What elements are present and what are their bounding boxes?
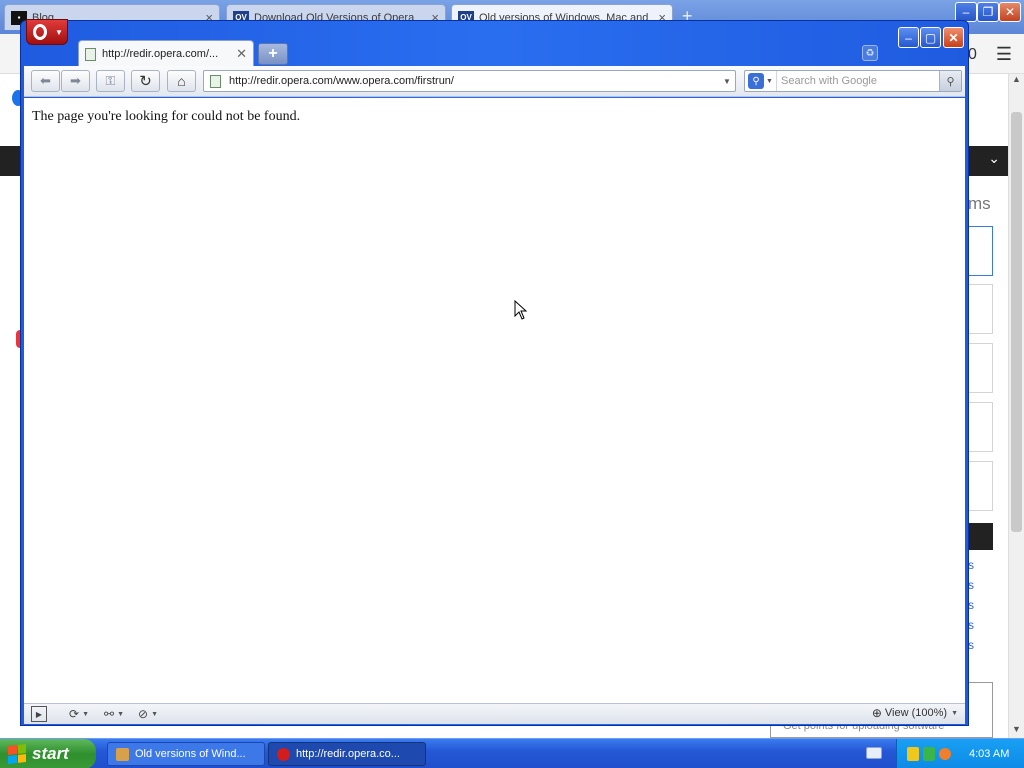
minimize-icon[interactable]: – [898,27,919,48]
turbo-icon[interactable]: ⊘ ▼ [138,706,158,722]
back-arrow-icon: ⬅ [40,73,51,88]
menu-icon[interactable]: ☰ [996,44,1012,65]
start-button[interactable]: start [0,739,96,768]
windows-flag-icon [8,744,26,764]
taskbar-item-label: http://redir.opera.co... [296,748,400,760]
extension-count-badge: 0 [968,46,977,63]
reload-icon: ↻ [139,73,152,90]
search-placeholder[interactable]: Search with Google [777,75,939,87]
taskbar: start Old versions of Wind... http://red… [0,738,1024,768]
maximize-icon[interactable]: ▢ [920,27,941,48]
reload-button[interactable]: ↻ [131,70,160,92]
chevron-down-icon: ▼ [951,709,958,717]
key-icon: ⚿ [105,73,116,88]
search-engine-selector[interactable]: ⚲ ▼ [745,71,777,91]
mouse-cursor-icon [514,300,528,320]
background-list-box[interactable] [968,343,993,393]
scroll-up-icon[interactable]: ▲ [1009,74,1024,88]
opera-window: ▼ http://redir.opera.com/... ✕ + ♻ – ▢ ✕… [20,19,969,726]
search-go-button[interactable]: ⚲ [939,71,961,91]
chevron-down-icon: ▼ [766,77,773,85]
zoom-label: View (100%) [884,707,948,719]
error-message: The page you're looking for could not be… [32,109,301,124]
sync-icon[interactable]: ⟳ ▼ [69,706,89,722]
opera-toolbar: ⬅ ➡ ⚿ ↻ ⌂ http://redir.opera.com/www.ope… [24,66,965,97]
taskbar-item-old-versions[interactable]: Old versions of Wind... [107,742,265,766]
network-icon[interactable] [923,747,935,761]
search-icon: ⚲ [748,73,764,89]
keyboard-icon[interactable] [866,747,882,759]
search-field[interactable]: ⚲ ▼ Search with Google ⚲ [744,70,962,92]
forward-arrow-icon: ➡ [70,73,81,88]
zoom-control[interactable]: ⊕ View (100%) ▼ [872,706,958,720]
zoom-icon: ⊕ [871,706,882,720]
opera-menu-button[interactable]: ▼ [26,19,68,45]
search-tray-icon[interactable] [939,748,951,760]
forward-button[interactable]: ➡ [61,70,90,92]
scrollbar-thumb[interactable] [1011,112,1022,532]
opera-logo-icon [33,24,47,40]
opera-tab[interactable]: http://redir.opera.com/... ✕ [78,40,254,67]
unite-icon[interactable]: ⚯ ▼ [104,706,124,722]
scroll-down-icon[interactable]: ▼ [1009,724,1024,738]
background-list-box[interactable] [968,402,993,452]
background-minimize-icon[interactable]: – [955,2,977,22]
background-heading-fragment: ms [968,194,991,213]
chevron-down-icon: ▼ [55,27,63,37]
system-tray: 4:03 AM [896,739,1024,768]
start-label: start [32,744,69,763]
double-chevron-down-icon[interactable]: ⌄ [988,150,1000,167]
security-shield-icon[interactable] [907,747,919,761]
status-bar: ▶ ⟳ ▼ ⚯ ▼ ⊘ ▼ ⊕ View (100%) ▼ [24,703,965,724]
background-scrollbar[interactable]: ▲ ▼ [1008,74,1024,738]
background-list-box[interactable] [968,461,993,511]
taskbar-item-opera[interactable]: http://redir.opera.co... [268,742,426,766]
background-list-box[interactable] [968,226,993,276]
opera-tab-title: http://redir.opera.com/... [102,48,219,60]
background-restore-icon[interactable]: ❐ [977,2,999,22]
page-icon [85,47,96,61]
chevron-down-icon[interactable]: ▼ [719,77,735,86]
opera-icon [277,747,290,761]
new-tab-button[interactable]: + [258,43,288,65]
background-list-box[interactable] [968,284,993,334]
home-icon: ⌂ [177,73,186,89]
trash-can-icon[interactable]: ♻ [862,45,878,61]
page-content: The page you're looking for could not be… [24,98,965,703]
address-field[interactable]: http://redir.opera.com/www.opera.com/fir… [203,70,736,92]
opera-old-versions-icon [116,747,129,761]
panel-toggle-icon[interactable]: ▶ [31,706,47,722]
address-url[interactable]: http://redir.opera.com/www.opera.com/fir… [229,75,719,87]
home-button[interactable]: ⌂ [167,70,196,92]
taskbar-item-label: Old versions of Wind... [135,748,246,760]
background-close-icon[interactable]: ✕ [999,2,1021,22]
tab-close-icon[interactable]: ✕ [236,46,247,62]
background-dark-button[interactable] [968,523,993,550]
clock[interactable]: 4:03 AM [969,748,1009,760]
wand-button[interactable]: ⚿ [96,70,125,92]
back-button[interactable]: ⬅ [31,70,60,92]
close-icon[interactable]: ✕ [943,27,964,48]
page-icon [210,74,221,88]
